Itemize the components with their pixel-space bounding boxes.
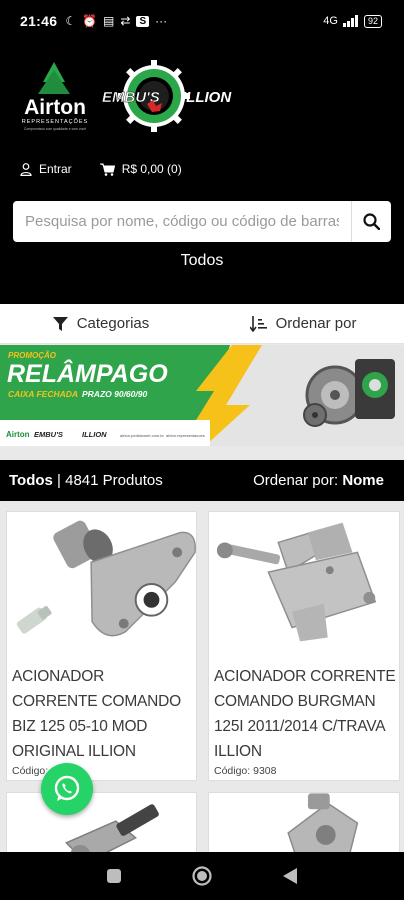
back-icon <box>283 868 297 884</box>
battery-icon: 92 <box>363 14 382 28</box>
notification-box-icon: S <box>136 15 150 27</box>
sort-icon <box>249 315 267 332</box>
banner-footer-embus: EMBU'S <box>34 430 63 439</box>
categories-button[interactable]: Categorias <box>0 315 202 332</box>
home-icon <box>192 866 212 886</box>
airton-logo-tagline: Compromisso com qualidade e com você <box>24 127 86 131</box>
cart-total: R$ 0,00 (0) <box>121 162 182 176</box>
airton-logo-text: Airton <box>24 96 86 119</box>
network-label: 4G <box>323 15 338 27</box>
more-notifications-icon: ··· <box>155 14 168 28</box>
status-time: 21:46 <box>20 13 58 29</box>
whatsapp-button[interactable] <box>41 763 93 815</box>
banner-promo-label: PROMOÇÃO <box>8 351 57 360</box>
results-summary: Todos | 4841 Produtos <box>9 472 163 489</box>
results-sort-value: Nome <box>342 472 384 489</box>
banner-footer-insta: airton.representacoes <box>166 433 205 438</box>
home-button[interactable] <box>182 856 222 896</box>
banner-footer-site: airton.pedidoweb.com.br <box>120 433 164 438</box>
product-image[interactable] <box>209 512 399 658</box>
product-code: Código: 9308 <box>214 765 277 777</box>
login-label: Entrar <box>39 162 72 176</box>
banner-footer-airton: Airton <box>6 430 30 439</box>
banner-subline-2: PRAZO 90/60/90 <box>82 389 147 399</box>
status-right: 4G 92 <box>323 14 382 28</box>
status-bar: 21:46 ☾ ⏰ ▤ ⇄ S ··· 4G 92 <box>0 0 404 42</box>
site-header: Airton REPRESENTAÇÕES Compromisso com qu… <box>0 42 404 304</box>
results-separator: | <box>52 472 66 489</box>
alarm-icon: ⏰ <box>82 14 98 28</box>
categories-label: Categorias <box>76 315 150 332</box>
product-image[interactable] <box>7 512 196 658</box>
banner-footer-illion: ILLION <box>82 430 107 439</box>
filter-icon <box>52 316 68 331</box>
product-name[interactable]: ACIONADOR CORRENTE COMANDO BURGMAN 125i … <box>214 664 396 764</box>
search-icon <box>363 213 380 230</box>
sort-button[interactable]: Ordenar por <box>202 315 404 332</box>
login-link[interactable]: Entrar <box>20 162 72 176</box>
embus-illion-logo[interactable]: EMBU'S ILLION <box>98 60 238 132</box>
results-category: Todos <box>9 472 53 489</box>
product-card[interactable]: ACIONADOR CORRENTE COMANDO BURGMAN 125i … <box>208 511 400 781</box>
sort-label: Ordenar por <box>275 315 357 332</box>
airton-logo-tree-icon <box>38 70 70 94</box>
user-bar: Entrar R$ 0,00 (0) <box>20 162 182 176</box>
note-icon: ▤ <box>103 14 115 28</box>
product-card[interactable]: ACIONADOR CORRENTE COMANDO BIZ 125 05-10… <box>6 511 197 781</box>
search-bar <box>13 201 391 242</box>
signal-icon <box>342 15 358 27</box>
promo-banner[interactable]: PROMOÇÃO RELÂMPAGO CAIXA FECHADA PRAZO 9… <box>0 345 404 446</box>
whatsapp-icon <box>54 775 80 801</box>
airton-logo-sub: REPRESENTAÇÕES <box>22 118 88 125</box>
app-screen: 21:46 ☾ ⏰ ▤ ⇄ S ··· 4G 92 Airton REPRESE <box>0 0 404 900</box>
filter-bar: Categorias Ordenar por <box>0 304 404 344</box>
product-name[interactable]: ACIONADOR CORRENTE COMANDO BIZ 125 05-10… <box>12 664 193 764</box>
search-button[interactable] <box>351 201 391 242</box>
back-button[interactable] <box>270 856 310 896</box>
search-input[interactable] <box>13 201 351 242</box>
banner-subline-1: CAIXA FECHADA <box>8 389 78 399</box>
user-icon <box>20 162 32 176</box>
system-nav-bar <box>0 852 404 900</box>
results-sort-prefix: Ordenar por: <box>253 472 343 489</box>
results-count: 4841 Produtos <box>65 472 163 489</box>
cart-icon <box>99 162 115 176</box>
results-bar: Todos | 4841 Produtos Ordenar por: Nome <box>0 460 404 501</box>
illion-logo-text: ILLION <box>182 89 232 106</box>
recent-apps-icon <box>107 869 121 883</box>
results-sort[interactable]: Ordenar por: Nome <box>253 472 384 489</box>
cast-icon: ⇄ <box>120 14 131 28</box>
airton-logo[interactable]: Airton REPRESENTAÇÕES Compromisso com qu… <box>14 60 96 132</box>
banner-headline: RELÂMPAGO <box>7 358 168 388</box>
moon-icon: ☾ <box>65 14 77 28</box>
status-notification-icons: ☾ ⏰ ▤ ⇄ S ··· <box>65 15 167 27</box>
cart-link[interactable]: R$ 0,00 (0) <box>99 162 182 176</box>
recent-apps-button[interactable] <box>94 856 134 896</box>
category-selector[interactable]: Todos <box>0 252 404 270</box>
